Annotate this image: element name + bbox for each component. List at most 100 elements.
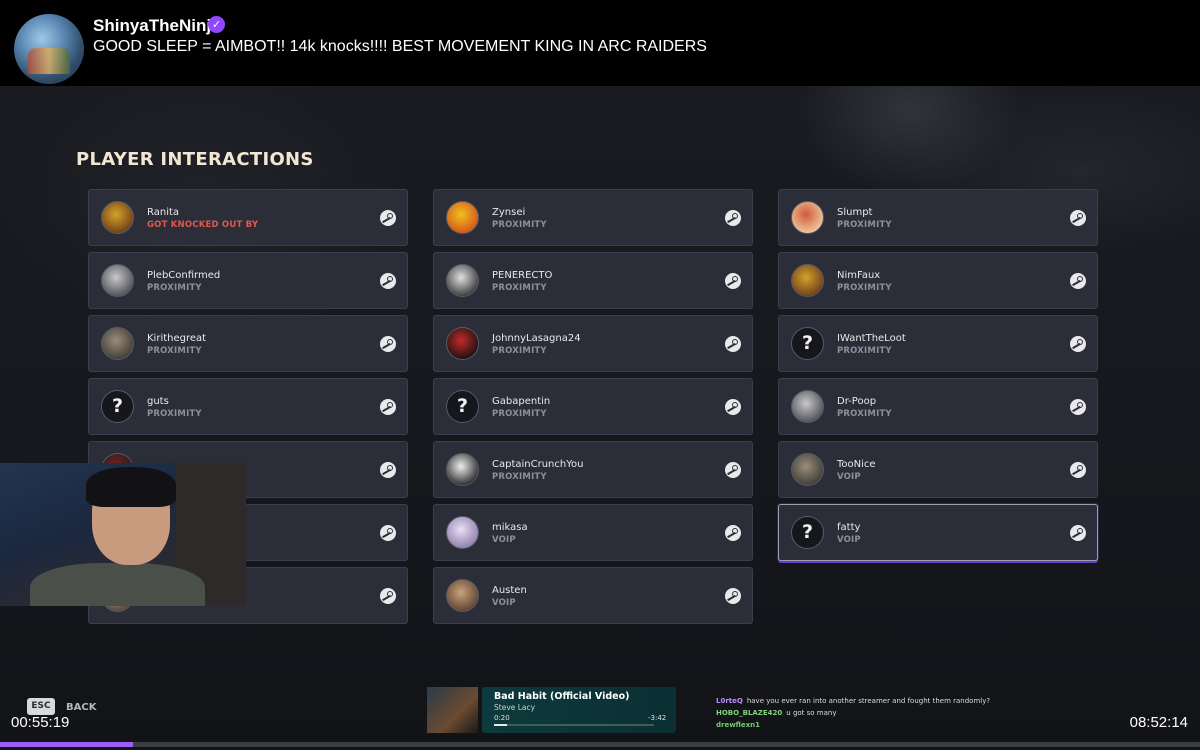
player-avatar — [446, 453, 479, 486]
chat-text: have you ever ran into another streamer … — [746, 697, 991, 705]
player-card[interactable]: Dr-Poop PROXIMITY — [778, 378, 1098, 435]
steam-icon[interactable] — [380, 588, 396, 604]
interaction-type: GOT KNOCKED OUT BY — [147, 220, 259, 230]
player-name: Austen — [492, 585, 527, 596]
steam-icon[interactable] — [1070, 525, 1086, 541]
steam-icon[interactable] — [1070, 336, 1086, 352]
player-card[interactable]: Zynsei PROXIMITY — [433, 189, 753, 246]
interaction-type: PROXIMITY — [147, 409, 202, 419]
player-card[interactable]: JohnnyLasagna24 PROXIMITY — [433, 315, 753, 372]
video-progress-track[interactable] — [0, 742, 1200, 747]
player-card[interactable]: Ranita GOT KNOCKED OUT BY — [88, 189, 408, 246]
steam-icon[interactable] — [380, 399, 396, 415]
verified-badge-icon: ✓ — [208, 16, 225, 33]
player-card[interactable]: Kirithegreat PROXIMITY — [88, 315, 408, 372]
player-card[interactable]: PlebConfirmed PROXIMITY — [88, 252, 408, 309]
player-card[interactable]: Slumpt PROXIMITY — [778, 189, 1098, 246]
steam-icon[interactable] — [725, 399, 741, 415]
video-time-total: 08:52:14 — [1129, 714, 1188, 731]
player-name: Gabapentin — [492, 396, 551, 407]
interaction-type: PROXIMITY — [837, 220, 892, 230]
steam-icon[interactable] — [380, 462, 396, 478]
player-card[interactable]: Austen VOIP — [433, 567, 753, 624]
chat-message: HOBO_BLAZE420 u got so many — [716, 709, 836, 717]
steam-icon[interactable] — [380, 210, 396, 226]
player-avatar — [791, 264, 824, 297]
steam-icon[interactable] — [725, 462, 741, 478]
interaction-type: PROXIMITY — [492, 472, 547, 482]
player-card[interactable]: ? fatty VOIP — [778, 504, 1098, 561]
player-name: IWantTheLoot — [837, 333, 906, 344]
question-mark-avatar-icon: ? — [791, 516, 824, 549]
song-progress-track — [494, 724, 654, 726]
back-button[interactable]: BACK — [66, 702, 96, 713]
steam-icon[interactable] — [725, 525, 741, 541]
steam-icon[interactable] — [380, 336, 396, 352]
player-name: TooNice — [837, 459, 876, 470]
question-mark-avatar-icon: ? — [101, 390, 134, 423]
steam-icon[interactable] — [1070, 399, 1086, 415]
chat-username[interactable]: HOBO_BLAZE420 — [716, 709, 782, 717]
player-card[interactable]: PENERECTO PROXIMITY — [433, 252, 753, 309]
interaction-type: VOIP — [492, 535, 516, 545]
player-avatar — [101, 201, 134, 234]
steam-icon[interactable] — [1070, 462, 1086, 478]
player-name: Zynsei — [492, 207, 526, 218]
player-name: Kirithegreat — [147, 333, 207, 344]
esc-key-hint[interactable]: ESC — [27, 698, 55, 715]
player-avatar — [101, 264, 134, 297]
player-card[interactable]: ? guts PROXIMITY — [88, 378, 408, 435]
player-avatar — [446, 327, 479, 360]
webcam-overlay — [0, 463, 246, 606]
song-elapsed: 0:20 — [494, 714, 510, 722]
steam-icon[interactable] — [725, 210, 741, 226]
streamer-name[interactable]: ShinyaTheNinja — [93, 16, 221, 36]
player-card[interactable]: ? Gabapentin PROXIMITY — [433, 378, 753, 435]
steam-icon[interactable] — [725, 588, 741, 604]
player-card[interactable]: CaptainCrunchYou PROXIMITY — [433, 441, 753, 498]
player-card[interactable]: mikasa VOIP — [433, 504, 753, 561]
interaction-type: PROXIMITY — [492, 346, 547, 356]
stream-title: GOOD SLEEP = AIMBOT!! 14k knocks!!!! BES… — [93, 38, 707, 55]
player-name: Slumpt — [837, 207, 873, 218]
streamer-avatar[interactable] — [14, 14, 84, 84]
player-card[interactable]: NimFaux PROXIMITY — [778, 252, 1098, 309]
player-card[interactable]: ? IWantTheLoot PROXIMITY — [778, 315, 1098, 372]
steam-icon[interactable] — [380, 525, 396, 541]
steam-icon[interactable] — [1070, 273, 1086, 289]
stream-header: ShinyaTheNinja ✓ GOOD SLEEP = AIMBOT!! 1… — [0, 0, 1200, 86]
steam-icon[interactable] — [725, 273, 741, 289]
player-name: PENERECTO — [492, 270, 553, 281]
steam-icon[interactable] — [380, 273, 396, 289]
interaction-type: VOIP — [837, 472, 861, 482]
steam-icon[interactable] — [725, 336, 741, 352]
player-card[interactable]: TooNice VOIP — [778, 441, 1098, 498]
player-avatar — [791, 390, 824, 423]
interaction-type: VOIP — [492, 598, 516, 608]
interaction-type: PROXIMITY — [837, 346, 892, 356]
player-name: CaptainCrunchYou — [492, 459, 584, 470]
steam-icon[interactable] — [1070, 210, 1086, 226]
player-avatar — [446, 516, 479, 549]
chat-username[interactable]: drewflexn1 — [716, 721, 760, 729]
player-name: PlebConfirmed — [147, 270, 221, 281]
page-title: PLAYER INTERACTIONS — [76, 149, 314, 170]
interaction-type: PROXIMITY — [837, 283, 892, 293]
chat-username[interactable]: L0rteQ — [716, 697, 743, 705]
player-avatar — [446, 579, 479, 612]
chat-text: u got so many — [786, 709, 837, 717]
album-art — [427, 687, 478, 733]
song-progress-fill — [494, 724, 507, 726]
interaction-type: PROXIMITY — [147, 346, 202, 356]
player-name: NimFaux — [837, 270, 881, 281]
player-avatar — [101, 327, 134, 360]
song-title: Bad Habit (Official Video) — [494, 691, 630, 702]
player-avatar — [446, 201, 479, 234]
player-avatar — [446, 264, 479, 297]
interaction-type: VOIP — [837, 535, 861, 545]
player-column-3: Slumpt PROXIMITY NimFaux PROXIMITY? IWantThe… — [778, 189, 1098, 567]
song-artist: Steve Lacy — [494, 703, 536, 712]
video-progress-fill[interactable] — [0, 742, 134, 747]
player-avatar — [791, 201, 824, 234]
player-name: Dr-Poop — [837, 396, 877, 407]
